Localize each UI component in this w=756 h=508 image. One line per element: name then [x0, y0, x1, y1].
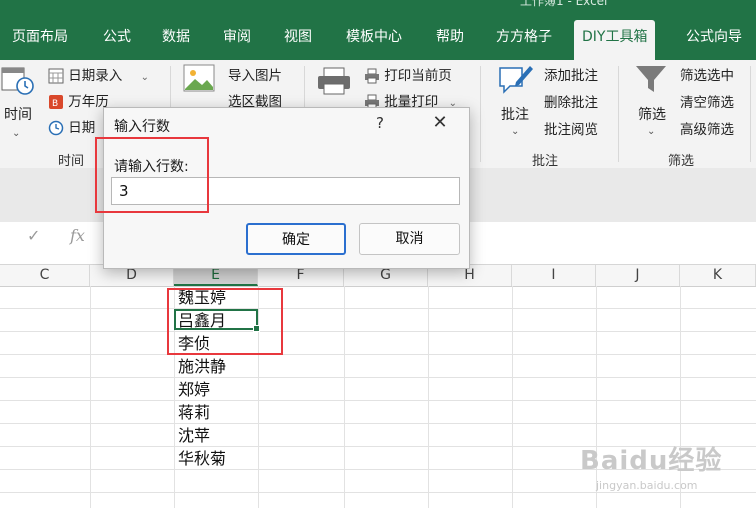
date-entry-button[interactable]: 日期录入 ⌄ — [48, 64, 149, 84]
group-divider — [750, 66, 751, 162]
svg-text:B: B — [52, 99, 58, 109]
gridline — [0, 492, 756, 493]
group-divider — [480, 66, 481, 162]
picture-icon — [183, 64, 215, 92]
gridline — [90, 286, 91, 508]
confirm-icon[interactable]: ✓ — [27, 226, 40, 245]
perpetual-calendar-button[interactable]: B 万年历 — [48, 90, 109, 110]
window-title: 工作簿1 - Excel — [520, 0, 608, 8]
printer-small-icon — [365, 68, 379, 84]
gridline — [0, 423, 756, 424]
column-header-c[interactable]: C — [0, 265, 90, 286]
add-comment-button[interactable]: 添加批注 — [544, 64, 598, 84]
gridline — [0, 400, 756, 401]
calendar-red-icon: B — [49, 95, 63, 109]
cell-e-3[interactable]: 李侦 — [178, 333, 210, 355]
date-entry-label: 日期录入 — [68, 68, 123, 84]
tab-help[interactable]: 帮助 — [430, 22, 470, 54]
print-current-page-label: 打印当前页 — [384, 68, 452, 84]
gridline — [0, 331, 756, 332]
cell-e-1[interactable]: 魏玉婷 — [178, 287, 226, 309]
filter-big-button[interactable] — [634, 62, 668, 96]
help-icon[interactable]: ? — [376, 114, 384, 132]
close-icon[interactable]: ✕ — [427, 110, 453, 136]
calendar-clock-icon — [1, 67, 34, 95]
gridline — [258, 286, 259, 508]
print-big-button[interactable] — [316, 66, 352, 96]
date-button[interactable]: 日期 — [48, 116, 95, 136]
print-current-page-button[interactable]: 打印当前页 — [364, 64, 452, 84]
watermark: Baidu经验 jingyan.baidu.com — [580, 440, 722, 492]
filter-group-label: 筛选 — [668, 154, 695, 169]
tab-formulas[interactable]: 公式 — [97, 22, 137, 54]
tab-review[interactable]: 审阅 — [217, 22, 257, 54]
gridline — [0, 308, 756, 309]
filter-selected-button[interactable]: 筛选选中 — [680, 64, 734, 84]
group-divider — [618, 66, 619, 162]
tab-formula-wizard[interactable]: 公式向导 — [680, 22, 748, 54]
chevron-down-icon: ⌄ — [140, 72, 149, 83]
funnel-icon — [636, 66, 666, 92]
comment-pencil-icon — [499, 66, 533, 94]
tab-data[interactable]: 数据 — [156, 22, 196, 54]
advanced-filter-button[interactable]: 高级筛选 — [680, 118, 734, 138]
time-big-button-label[interactable]: 时间 — [4, 104, 32, 124]
input-rows-dialog: 输入行数 ? ✕ 请输入行数: 确定 取消 — [103, 107, 470, 269]
cell-e-6[interactable]: 蒋莉 — [178, 402, 210, 424]
comment-big-button[interactable] — [496, 60, 534, 96]
chevron-down-icon[interactable]: ⌄ — [647, 126, 655, 137]
date-label: 日期 — [68, 120, 96, 136]
gridline — [0, 354, 756, 355]
tab-view[interactable]: 视图 — [278, 22, 318, 54]
ribbon-tab-bar: 工作簿1 - Excel 页面布局 公式 数据 审阅 视图 模板中心 帮助 方方… — [0, 0, 756, 60]
chevron-down-icon[interactable]: ⌄ — [511, 126, 519, 137]
active-cell-cursor — [174, 309, 260, 332]
clear-filter-button[interactable]: 清空筛选 — [680, 91, 734, 111]
image-big-button[interactable] — [182, 62, 216, 96]
gridline — [428, 286, 429, 508]
filter-big-button-label[interactable]: 筛选 — [638, 104, 666, 124]
calendar-grid-icon — [48, 68, 64, 84]
watermark-logo: Baidu经验 — [580, 446, 723, 476]
gridline — [344, 286, 345, 508]
cell-e-4[interactable]: 施洪静 — [178, 356, 226, 378]
column-header-k[interactable]: K — [680, 265, 756, 286]
delete-comment-button[interactable]: 删除批注 — [544, 91, 598, 111]
cell-e-8[interactable]: 华秋菊 — [178, 448, 226, 470]
cell-e-7[interactable]: 沈苹 — [178, 425, 210, 447]
column-header-j[interactable]: J — [596, 265, 680, 286]
tab-fangfang[interactable]: 方方格子 — [490, 22, 558, 54]
comment-big-button-label[interactable]: 批注 — [501, 104, 529, 124]
ok-button[interactable]: 确定 — [246, 223, 346, 255]
tab-template-center[interactable]: 模板中心 — [340, 22, 408, 54]
gridline — [512, 286, 513, 508]
import-image-button[interactable]: 导入图片 — [228, 64, 282, 84]
comment-group-label: 批注 — [532, 154, 559, 169]
cancel-button[interactable]: 取消 — [359, 223, 460, 255]
row-count-label: 请输入行数: — [114, 159, 189, 175]
column-header-i[interactable]: I — [512, 265, 596, 286]
printer-icon — [318, 67, 350, 95]
tab-page-layout[interactable]: 页面布局 — [6, 22, 74, 54]
watermark-url: jingyan.baidu.com — [596, 479, 698, 492]
time-big-button[interactable] — [0, 62, 36, 96]
tab-diy-toolbox[interactable]: DIY工具箱 — [574, 20, 656, 60]
cell-e-5[interactable]: 郑婷 — [178, 379, 210, 401]
browse-comment-button[interactable]: 批注阅览 — [544, 118, 598, 138]
chevron-down-icon[interactable]: ⌄ — [12, 128, 20, 139]
row-count-input[interactable] — [111, 177, 460, 205]
dialog-title: 输入行数 — [114, 119, 170, 135]
gridline — [0, 377, 756, 378]
insert-function-icon[interactable]: fx — [70, 226, 85, 245]
clock-icon — [48, 120, 64, 136]
time-group-label: 时间 — [58, 154, 85, 169]
